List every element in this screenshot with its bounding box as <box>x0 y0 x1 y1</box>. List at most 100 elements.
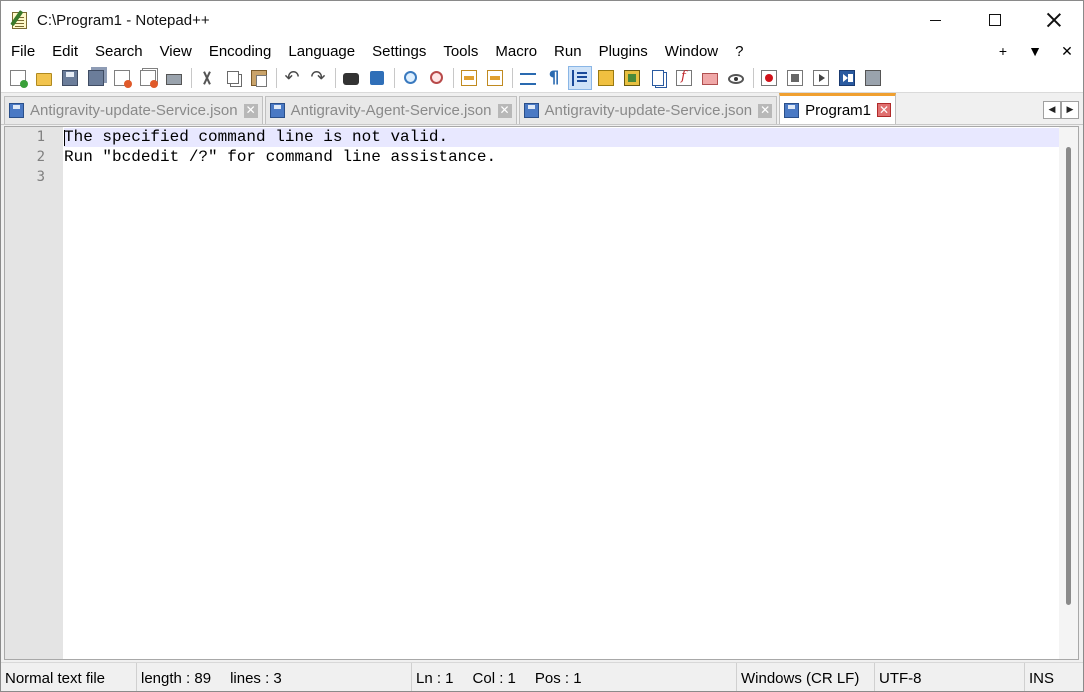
tab-antigravity-update-service-2[interactable]: Antigravity-update-Service.json ✕ <box>518 96 778 124</box>
title-bar: C:\Program1 - Notepad++ <box>1 1 1083 39</box>
sync-horizontal-icon <box>487 69 503 86</box>
tab-antigravity-agent-service[interactable]: Antigravity-Agent-Service.json ✕ <box>264 96 517 124</box>
copy-button[interactable] <box>221 66 245 90</box>
maximize-icon <box>988 14 1001 26</box>
status-insert-mode[interactable]: INS <box>1025 663 1083 691</box>
show-all-characters-button[interactable]: ¶ <box>542 66 566 90</box>
maximize-button[interactable] <box>965 1 1024 39</box>
close-icon <box>1047 13 1061 27</box>
document-map-button[interactable] <box>620 66 644 90</box>
window-title: C:\Program1 - Notepad++ <box>37 11 210 29</box>
monitoring-button[interactable] <box>724 66 748 90</box>
stop-icon <box>787 69 803 86</box>
word-wrap-button[interactable] <box>516 66 540 90</box>
redo-button[interactable]: ↷ <box>306 66 330 90</box>
insert-mode-text: INS <box>1029 669 1055 687</box>
minimize-icon <box>930 19 941 21</box>
menu-run[interactable]: Run <box>545 43 590 60</box>
menu-window[interactable]: Window <box>656 43 726 60</box>
macro-stop-button[interactable] <box>783 66 807 90</box>
tab-close-icon[interactable]: ✕ <box>497 103 512 118</box>
scrollbar-thumb[interactable] <box>1066 147 1071 605</box>
document-list-button[interactable] <box>646 66 670 90</box>
line-number: 2 <box>36 149 45 165</box>
print-button[interactable] <box>162 66 186 90</box>
sync-vertical-button[interactable] <box>457 66 481 90</box>
folder-as-workspace-button[interactable] <box>698 66 722 90</box>
status-document-info: length : 89 lines : 3 <box>137 663 412 691</box>
tab-label: Antigravity-update-Service.json <box>30 102 238 119</box>
menu-file[interactable]: File <box>1 43 43 60</box>
tab-label: Program1 <box>805 101 871 119</box>
tab-program1[interactable]: Program1 ✕ <box>779 93 896 124</box>
find-button[interactable] <box>339 66 363 90</box>
status-position: Ln : 1 Col : 1 Pos : 1 <box>412 663 737 691</box>
status-eol[interactable]: Windows (CR LF) <box>737 663 875 691</box>
macro-record-button[interactable] <box>757 66 781 90</box>
sync-horizontal-button[interactable] <box>483 66 507 90</box>
menu-bar: File Edit Search View Encoding Language … <box>1 39 1083 63</box>
zoom-in-button[interactable] <box>398 66 422 90</box>
open-file-button[interactable] <box>32 66 56 90</box>
menu-plugins[interactable]: Plugins <box>590 43 656 60</box>
tab-antigravity-update-service-1[interactable]: Antigravity-update-Service.json ✕ <box>4 96 263 124</box>
macro-save-button[interactable] <box>861 66 885 90</box>
undo-icon: ↶ <box>284 66 300 88</box>
close-file-button[interactable] <box>110 66 134 90</box>
save-button[interactable] <box>58 66 82 90</box>
paste-button[interactable] <box>247 66 271 90</box>
tab-close-icon[interactable]: ✕ <box>758 103 773 118</box>
macro-play-button[interactable] <box>809 66 833 90</box>
minimize-button[interactable] <box>906 1 965 39</box>
close-all-button[interactable] <box>136 66 160 90</box>
char-position-text: Pos : 1 <box>534 669 582 687</box>
replace-icon <box>370 70 384 85</box>
encoding-text: UTF-8 <box>879 669 922 687</box>
function-list-button[interactable] <box>672 66 696 90</box>
menu-help[interactable]: ? <box>726 43 751 60</box>
function-list-icon <box>676 69 692 86</box>
code-line[interactable]: The specified command line is not valid. <box>64 127 448 147</box>
macro-run-multiple-button[interactable] <box>835 66 859 90</box>
new-file-button[interactable] <box>6 66 30 90</box>
menu-edit[interactable]: Edit <box>43 43 86 60</box>
indent-guide-icon <box>572 69 588 86</box>
tab-label: Antigravity-Agent-Service.json <box>290 102 492 119</box>
notepad-app-icon <box>10 10 31 30</box>
save-macro-icon <box>865 69 881 86</box>
lines-text: lines : 3 <box>230 669 282 687</box>
save-all-button[interactable] <box>84 66 108 90</box>
toolbar-separator <box>453 67 454 88</box>
menu-tools[interactable]: Tools <box>434 43 486 60</box>
replace-button[interactable] <box>365 66 389 90</box>
menu-macro[interactable]: Macro <box>486 43 545 60</box>
saved-disk-icon <box>9 103 24 118</box>
column-position-text: Col : 1 <box>472 669 516 687</box>
menu-language[interactable]: Language <box>279 43 363 60</box>
vertical-scrollbar[interactable] <box>1059 127 1078 659</box>
document-map-icon <box>624 69 640 86</box>
status-encoding[interactable]: UTF-8 <box>875 663 1025 691</box>
tab-list-dropdown-button[interactable]: ▼ <box>1019 43 1051 59</box>
tab-scroll-right-button[interactable]: ▶ <box>1061 101 1079 119</box>
menu-view[interactable]: View <box>151 43 200 60</box>
menu-search[interactable]: Search <box>86 43 151 60</box>
zoom-out-button[interactable] <box>424 66 448 90</box>
user-defined-language-button[interactable] <box>594 66 618 90</box>
tab-close-icon[interactable]: ✕ <box>243 103 258 118</box>
close-tab-button[interactable]: ✕ <box>1051 43 1083 60</box>
indent-guide-button[interactable] <box>568 65 592 90</box>
cut-button[interactable] <box>195 66 219 90</box>
tab-close-icon[interactable]: ✕ <box>877 103 891 117</box>
close-window-button[interactable] <box>1024 1 1083 39</box>
menu-settings[interactable]: Settings <box>363 43 434 60</box>
text-editor[interactable]: 1 2 3 The specified command line is not … <box>4 126 1079 660</box>
line-position-text: Ln : 1 <box>416 669 454 687</box>
eol-format-text: Windows (CR LF) <box>741 669 860 687</box>
tab-scroll-left-button[interactable]: ◀ <box>1043 101 1061 119</box>
notepadpp-window: C:\Program1 - Notepad++ File Edit Search… <box>0 0 1084 692</box>
code-line[interactable]: Run "bcdedit /?" for command line assist… <box>64 147 496 167</box>
undo-button[interactable]: ↶ <box>280 66 304 90</box>
new-tab-button[interactable]: + <box>987 43 1019 59</box>
menu-encoding[interactable]: Encoding <box>200 43 280 60</box>
